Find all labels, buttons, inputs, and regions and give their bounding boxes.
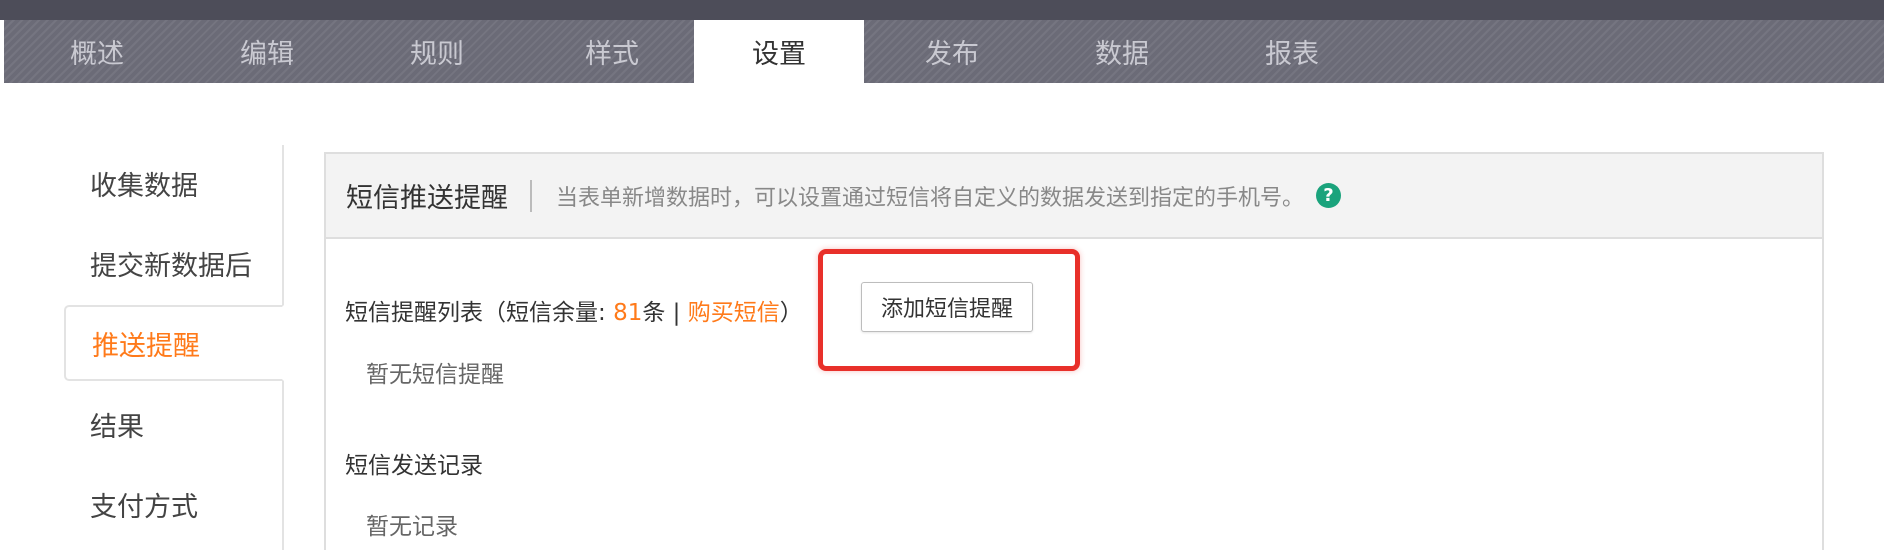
buy-sms-link[interactable]: 购买短信 (688, 300, 780, 326)
sms-list-empty: 暂无短信提醒 (366, 362, 504, 388)
sms-list-label-suffix: ） (779, 300, 803, 326)
sidebar-item-result[interactable]: 结果 (64, 386, 282, 462)
sidebar-item-after-submit[interactable]: 提交新数据后 (64, 225, 282, 301)
sms-balance: 81 (613, 300, 643, 326)
sms-list-label-prefix: 短信提醒列表（短信余量: (345, 300, 614, 326)
sms-balance-unit: 条 | (642, 300, 688, 326)
tab-settings[interactable]: 设置 (694, 20, 864, 83)
tab-overview[interactable]: 概述 (12, 20, 182, 83)
panel-title: 短信推送提醒 (346, 183, 508, 214)
tab-edit[interactable]: 编辑 (182, 20, 352, 83)
panel-description: 当表单新增数据时，可以设置通过短信将自定义的数据发送到指定的手机号。 (556, 185, 1305, 211)
tab-rules[interactable]: 规则 (352, 20, 522, 83)
tab-style[interactable]: 样式 (527, 20, 697, 83)
sms-log-empty: 暂无记录 (366, 514, 458, 540)
sidebar-item-payment[interactable]: 支付方式 (64, 466, 282, 542)
sms-list-label: 短信提醒列表（短信余量: 81条 | 购买短信） (345, 293, 803, 327)
sidebar-item-collect-data[interactable]: 收集数据 (64, 145, 282, 221)
header-divider (530, 179, 532, 212)
highlight-annotation (818, 249, 1080, 371)
tab-reports[interactable]: 报表 (1207, 20, 1377, 83)
tab-data[interactable]: 数据 (1037, 20, 1207, 83)
panel-header: 短信推送提醒 当表单新增数据时，可以设置通过短信将自定义的数据发送到指定的手机号… (326, 154, 1822, 239)
top-strip (0, 0, 1884, 20)
main-tabbar: 概述 编辑 规则 样式 设置 发布 数据 报表 (4, 20, 1884, 83)
sms-log-label: 短信发送记录 (345, 453, 483, 479)
settings-sidebar: 收集数据 提交新数据后 推送提醒 结果 支付方式 (64, 145, 284, 550)
sidebar-item-push-notify[interactable]: 推送提醒 (64, 305, 284, 381)
tab-publish[interactable]: 发布 (867, 20, 1037, 83)
question-circle-icon[interactable]: ? (1316, 183, 1342, 208)
